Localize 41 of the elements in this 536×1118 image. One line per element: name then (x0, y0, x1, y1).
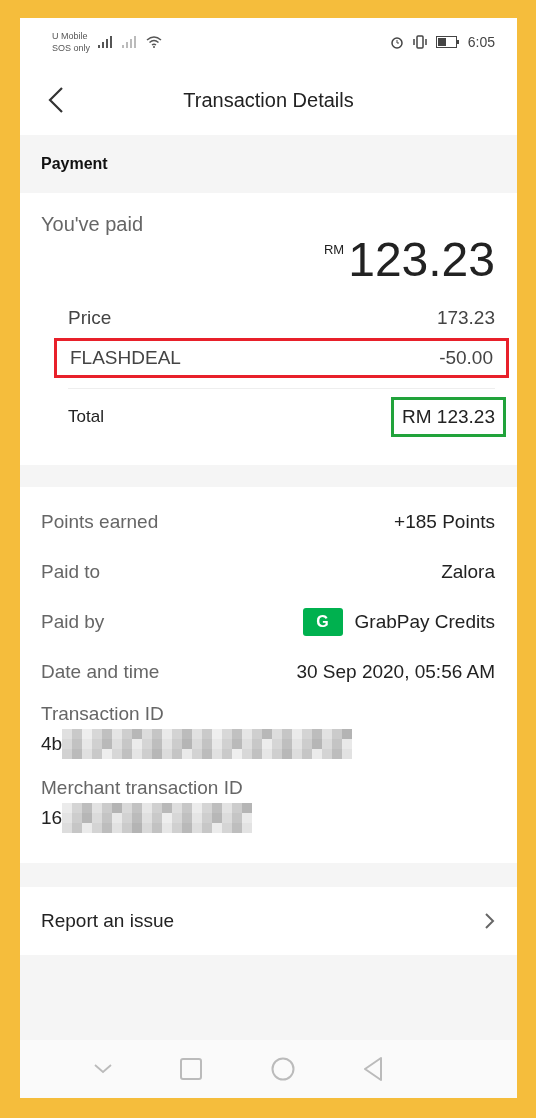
detail-value: GrabPay Credits (354, 611, 495, 633)
back-icon[interactable] (48, 87, 64, 113)
paid-amount: 123.23 (348, 232, 495, 288)
breakdown-value: -50.00 (439, 347, 493, 369)
square-icon[interactable] (180, 1058, 203, 1080)
detail-value: 16 (41, 807, 63, 829)
alarm-icon (389, 34, 404, 49)
carrier-name: U Mobile (52, 29, 89, 42)
wallet-badge: G (302, 608, 343, 636)
paid-label: You've paid (41, 213, 144, 236)
chevron-down-icon[interactable] (94, 1064, 113, 1074)
total-value: RM 123.23 (391, 397, 506, 437)
vibrate-icon (411, 34, 428, 49)
carrier-status: SOS only (52, 41, 91, 54)
detail-value: 4b (41, 733, 63, 755)
detail-label: Transaction ID (41, 703, 165, 725)
triangle-back-icon[interactable] (362, 1057, 383, 1081)
wifi-icon (146, 35, 163, 48)
breakdown-label: FLASHDEAL (70, 347, 181, 369)
detail-value: 30 Sep 2020, 05:56 AM (296, 661, 495, 683)
chevron-right-icon (485, 913, 495, 929)
breakdown-value: 173.23 (436, 307, 495, 329)
circle-icon[interactable] (270, 1057, 295, 1081)
total-label: Total (68, 407, 104, 427)
battery-icon (435, 35, 460, 48)
report-label: Report an issue (41, 910, 175, 932)
signal-icon (122, 35, 139, 48)
detail-value: Zalora (441, 561, 495, 583)
breakdown-label: Price (68, 307, 112, 329)
clock-time: 6:05 (467, 33, 495, 50)
section-title: Payment (41, 155, 108, 173)
detail-label: Points earned (41, 511, 159, 533)
signal-icon (98, 35, 115, 48)
page-title: Transaction Details (183, 88, 354, 112)
report-issue-row[interactable]: Report an issue (20, 887, 517, 955)
currency-label: RM (323, 242, 345, 257)
detail-label: Merchant transaction ID (41, 777, 244, 799)
detail-label: Paid to (41, 561, 101, 583)
detail-value: +185 Points (394, 511, 495, 533)
detail-label: Paid by (41, 611, 105, 633)
detail-label: Date and time (41, 661, 160, 683)
